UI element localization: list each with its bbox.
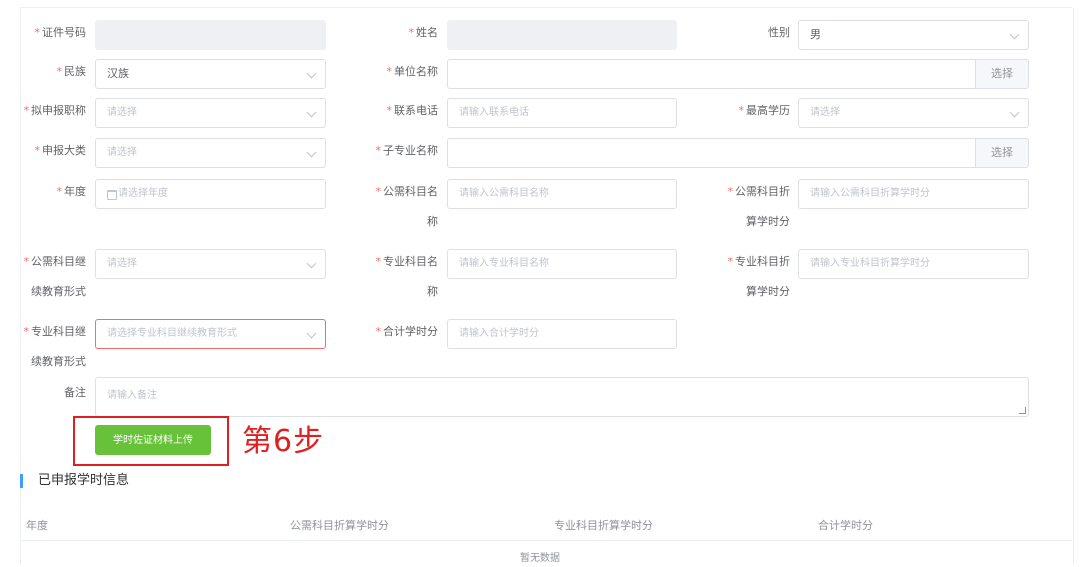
gender-label-text: 性别 <box>768 26 790 39</box>
ethnicity-label-text: 民族 <box>64 65 86 78</box>
table-header-year: 年度 <box>26 519 48 532</box>
total-hours-input[interactable]: 请输入合计学时分 <box>447 319 677 349</box>
sub-major-select-button[interactable]: 选择 <box>975 139 1028 167</box>
employer-input[interactable]: 选择 <box>447 59 1029 89</box>
public-hours-label-text: 公需科目折 <box>735 185 790 198</box>
calendar-icon <box>107 190 117 200</box>
education-label: * 最高学历 <box>738 104 791 117</box>
public-form-label-text: 公需科目继 <box>31 255 86 268</box>
sub-major-label: * 子专业名称 <box>375 144 439 157</box>
table-empty-text: 暂无数据 <box>520 553 560 564</box>
chevron-down-icon <box>1009 29 1020 40</box>
ethnicity-label: * 民族 <box>56 65 87 78</box>
title-label-text: 拟申报职称 <box>31 104 86 117</box>
id-number-input[interactable] <box>95 20 326 50</box>
chevron-down-icon <box>1009 107 1020 118</box>
major-hours-label-cont: 算学时分 <box>746 285 790 298</box>
major-hours-label-text: 专业科目折 <box>735 255 790 268</box>
remark-label: 备注 <box>64 386 86 399</box>
table-header-public-hours: 公需科目折算学时分 <box>290 519 389 532</box>
total-hours-label: * 合计学时分 <box>375 325 439 338</box>
name-input[interactable] <box>447 20 677 50</box>
chevron-down-icon <box>306 328 317 339</box>
sub-major-label-text: 子专业名称 <box>383 144 438 157</box>
gender-select[interactable]: 男 <box>798 20 1029 50</box>
phone-label: * 联系电话 <box>386 104 439 117</box>
year-placeholder: 请选择年度 <box>118 188 168 199</box>
public-course-label: * 公需科目名 <box>375 185 439 198</box>
title-label: * 拟申报职称 <box>23 104 87 117</box>
ethnicity-value: 汉族 <box>107 67 129 80</box>
major-form-label-cont: 续教育形式 <box>31 355 86 368</box>
title-placeholder: 请选择 <box>107 107 137 118</box>
public-hours-label: * 公需科目折 <box>727 185 791 198</box>
employer-label-text: 单位名称 <box>394 65 438 78</box>
public-form-placeholder: 请选择 <box>107 258 137 269</box>
major-form-select[interactable]: 请选择专业科目继续教育形式 <box>95 319 326 349</box>
category-label: * 申报大类 <box>34 144 87 157</box>
year-label: * 年度 <box>56 185 87 198</box>
major-form-placeholder: 请选择专业科目继续教育形式 <box>107 328 237 339</box>
remark-placeholder: 请输入备注 <box>107 390 157 401</box>
major-form-label: * 专业科目继 <box>23 325 87 338</box>
phone-label-text: 联系电话 <box>394 104 438 117</box>
name-label-text: 姓名 <box>416 26 438 39</box>
major-hours-input[interactable]: 请输入专业科目折算学时分 <box>798 249 1029 279</box>
upload-evidence-button[interactable]: 学时佐证材料上传 <box>95 425 211 455</box>
total-hours-label-text: 合计学时分 <box>383 325 438 338</box>
public-hours-label-cont: 算学时分 <box>746 215 790 228</box>
ethnicity-select[interactable]: 汉族 <box>95 59 326 89</box>
chevron-down-icon <box>306 147 317 158</box>
education-placeholder: 请选择 <box>810 107 840 118</box>
chevron-down-icon <box>306 68 317 79</box>
gender-label: 性别 <box>722 25 790 41</box>
public-form-select[interactable]: 请选择 <box>95 249 326 279</box>
resize-handle-icon[interactable] <box>1019 407 1026 414</box>
phone-input[interactable]: 请输入联系电话 <box>447 98 677 128</box>
form-panel <box>20 8 1074 564</box>
education-select[interactable]: 请选择 <box>798 98 1029 128</box>
public-form-label: * 公需科目继 <box>23 255 87 268</box>
id-number-label-text: 证件号码 <box>42 26 86 39</box>
table-header-total-hours: 合计学时分 <box>818 519 873 532</box>
category-placeholder: 请选择 <box>107 147 137 158</box>
employer-label: * 单位名称 <box>386 65 439 78</box>
table-header-major-hours: 专业科目折算学时分 <box>554 519 653 532</box>
major-hours-label: * 专业科目折 <box>727 255 791 268</box>
id-number-label: * 证件号码 <box>34 26 87 39</box>
sub-major-input[interactable]: 选择 <box>447 138 1029 168</box>
public-hours-input[interactable]: 请输入公需科目折算学时分 <box>798 179 1029 209</box>
year-label-text: 年度 <box>64 185 86 198</box>
major-course-input[interactable]: 请输入专业科目名称 <box>447 249 677 279</box>
name-label: * 姓名 <box>408 26 439 39</box>
category-label-text: 申报大类 <box>42 144 86 157</box>
public-form-label-cont: 续教育形式 <box>31 285 86 298</box>
remark-textarea[interactable]: 请输入备注 <box>95 377 1029 417</box>
gender-value: 男 <box>810 28 821 41</box>
major-course-label: * 专业科目名 <box>375 255 439 268</box>
step-annotation: 第6步 <box>242 424 325 459</box>
public-course-label-cont: 称 <box>427 215 438 228</box>
public-course-input[interactable]: 请输入公需科目名称 <box>447 179 677 209</box>
chevron-down-icon <box>306 258 317 269</box>
education-label-text: 最高学历 <box>746 104 790 117</box>
chevron-down-icon <box>306 107 317 118</box>
table-header-divider <box>20 540 1072 541</box>
year-picker[interactable]: 请选择年度 <box>95 179 326 209</box>
public-course-label-text: 公需科目名 <box>383 185 438 198</box>
title-select[interactable]: 请选择 <box>95 98 326 128</box>
employer-select-button[interactable]: 选择 <box>975 60 1028 88</box>
section-title: 已申报学时信息 <box>38 473 130 488</box>
major-form-label-text: 专业科目继 <box>31 325 86 338</box>
major-course-label-cont: 称 <box>427 285 438 298</box>
major-course-label-text: 专业科目名 <box>383 255 438 268</box>
section-accent-bar <box>20 474 23 488</box>
category-select[interactable]: 请选择 <box>95 138 326 168</box>
